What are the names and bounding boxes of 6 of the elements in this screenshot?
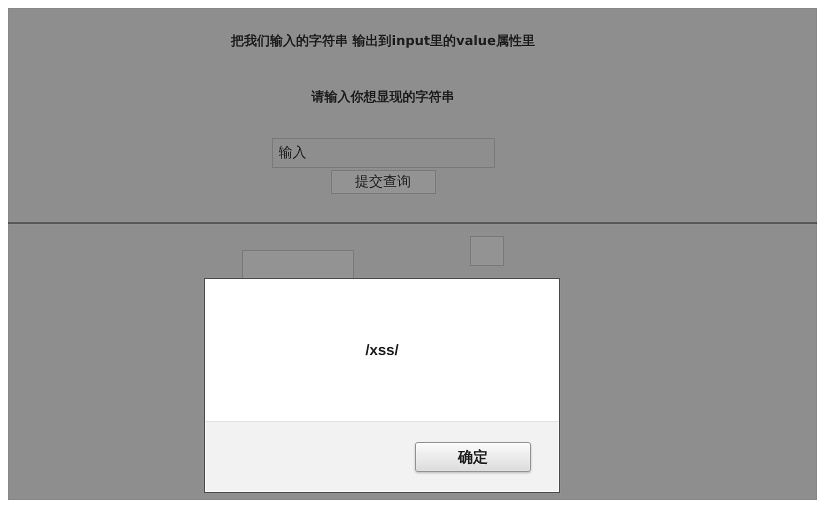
input-field[interactable]: 输入 — [272, 138, 494, 168]
prompt-text: 请输入你想显现的字符串 — [312, 88, 454, 106]
submit-button[interactable]: 提交查询 — [330, 170, 436, 194]
ok-button[interactable]: 确定 — [415, 442, 531, 472]
page-heading: 把我们输入的字符串 输出到input里的value属性里 — [231, 32, 535, 50]
alert-message: /xss/ — [365, 342, 399, 358]
